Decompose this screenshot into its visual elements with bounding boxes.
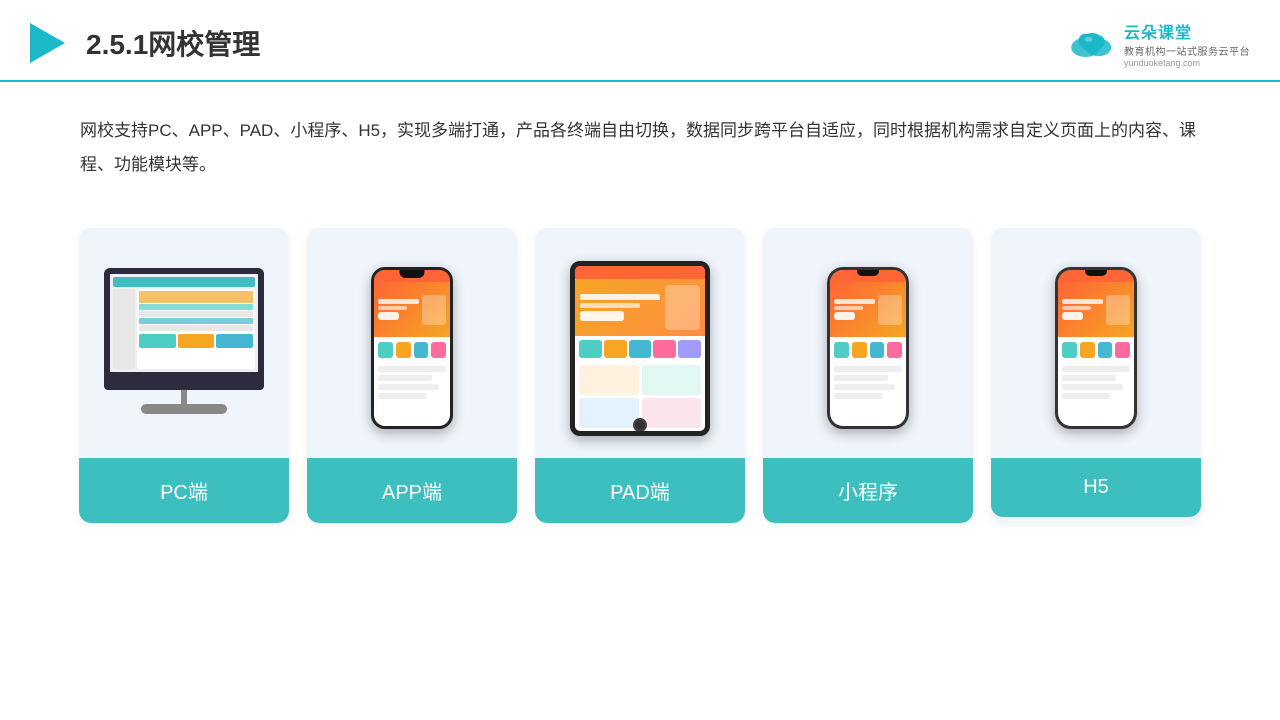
miniprogram-image-area xyxy=(763,228,973,458)
h5-card: H5 xyxy=(991,228,1201,523)
logo-arrow-icon xyxy=(20,18,70,68)
page-title: 2.5.1网校管理 xyxy=(86,23,260,63)
description-text: 网校支持PC、APP、PAD、小程序、H5，实现多端打通，产品各终端自由切换，数… xyxy=(0,82,1280,198)
h5-image-area xyxy=(991,228,1201,458)
pc-card: PC端 xyxy=(79,228,289,523)
brand-tagline: 教育机构一站式服务云平台 xyxy=(1124,43,1250,58)
brand-cloud-icon xyxy=(1068,25,1116,61)
brand-logo: 云朵课堂 教育机构一站式服务云平台 yunduoketang.com xyxy=(1068,19,1250,68)
app-label: APP端 xyxy=(307,458,517,523)
pad-label: PAD端 xyxy=(535,458,745,523)
brand-name: 云朵课堂 xyxy=(1124,19,1192,43)
app-card: APP端 xyxy=(307,228,517,523)
miniprogram-label: 小程序 xyxy=(763,458,973,523)
header-left: 2.5.1网校管理 xyxy=(20,18,260,68)
brand-url: yunduoketang.com xyxy=(1124,58,1200,68)
brand-text: 云朵课堂 教育机构一站式服务云平台 yunduoketang.com xyxy=(1124,19,1250,68)
app-image-area xyxy=(307,228,517,458)
pc-label: PC端 xyxy=(79,458,289,523)
pc-image-area xyxy=(79,228,289,458)
h5-label: H5 xyxy=(991,458,1201,517)
miniprogram-card: 小程序 xyxy=(763,228,973,523)
header: 2.5.1网校管理 云朵课堂 教育机构一站式服务云平台 yunduoketang… xyxy=(0,0,1280,82)
pad-image-area xyxy=(535,228,745,458)
pad-card: PAD端 xyxy=(535,228,745,523)
cards-container: PC端 xyxy=(0,208,1280,553)
